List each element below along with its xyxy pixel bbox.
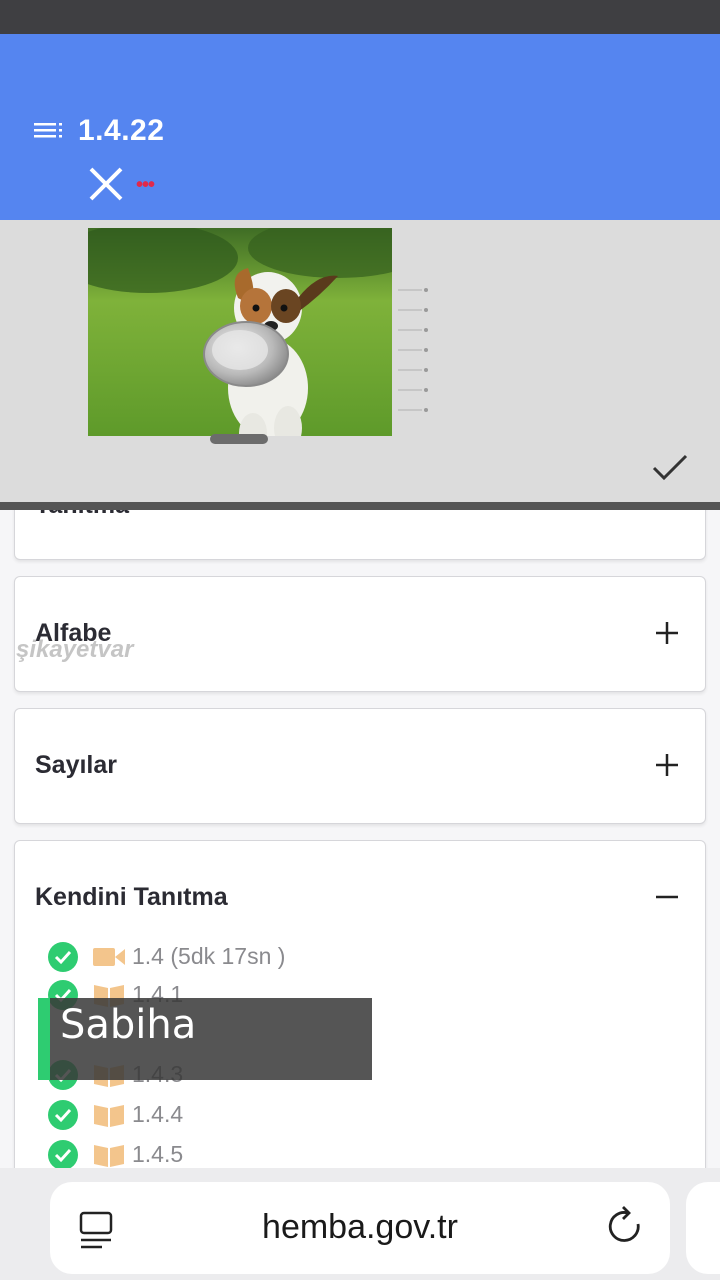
next-tab-pill[interactable]	[686, 1182, 720, 1274]
browser-bottom-bar: hemba.gov.tr	[0, 1168, 720, 1280]
book-icon	[94, 1105, 124, 1127]
lesson-item[interactable]: 1.4.5	[48, 1138, 348, 1172]
plus-icon[interactable]	[653, 751, 681, 779]
drag-handle[interactable]	[210, 434, 268, 444]
accordion-card-sayilar[interactable]: Sayılar	[14, 708, 706, 824]
check-circle-icon	[48, 1100, 78, 1130]
menu-icon[interactable]	[34, 122, 64, 142]
checkmark-icon[interactable]	[650, 450, 690, 484]
slider-ticks	[398, 288, 428, 412]
caption-accent	[38, 998, 50, 1080]
lesson-label: 1.4.5	[132, 1141, 184, 1167]
address-bar[interactable]: hemba.gov.tr	[50, 1182, 670, 1274]
card-title: Kendini Tanıtma	[35, 883, 228, 911]
media-panel	[0, 220, 720, 510]
check-circle-icon	[48, 942, 78, 972]
plus-icon[interactable]	[653, 619, 681, 647]
close-icon[interactable]	[88, 166, 124, 202]
dog-photo	[88, 228, 392, 436]
book-icon	[94, 1145, 124, 1167]
accordion-card-alfabe[interactable]: Alfabe	[14, 576, 706, 692]
caption-text: Sabiha	[60, 1002, 197, 1048]
lesson-label: 1.4 (5dk 17sn )	[132, 943, 286, 969]
lesson-label: 1.4.4	[132, 1101, 184, 1127]
more-dots[interactable]: •••	[136, 174, 155, 197]
lesson-item[interactable]: 1.4 (5dk 17sn )	[48, 940, 348, 974]
version-title: 1.4.22	[78, 114, 165, 147]
url-text[interactable]: hemba.gov.tr	[50, 1208, 670, 1247]
minus-icon[interactable]	[653, 883, 681, 911]
app-header: 1.4.22 •••	[0, 34, 720, 220]
check-circle-icon	[48, 1140, 78, 1170]
card-title: Sayılar	[35, 751, 118, 779]
caption-overlay: Sabiha	[38, 998, 372, 1080]
status-bar	[0, 0, 720, 34]
video-camera-icon	[93, 948, 125, 966]
watermark: şikayetvar	[16, 636, 134, 663]
lesson-item[interactable]: 1.4.4	[48, 1098, 348, 1132]
reload-icon[interactable]	[606, 1204, 646, 1250]
